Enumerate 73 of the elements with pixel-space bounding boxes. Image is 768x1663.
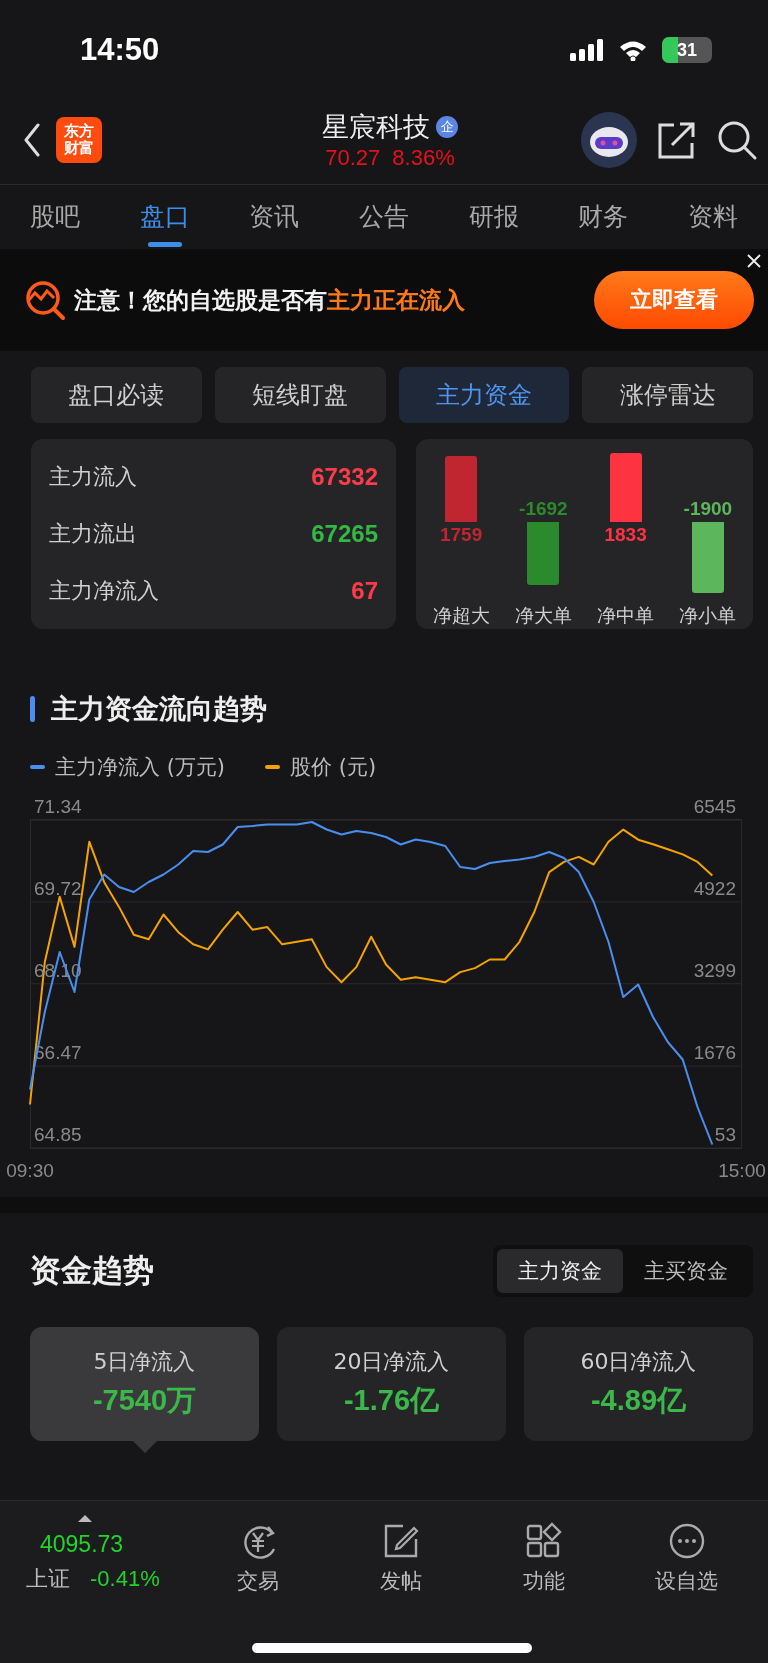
stock-name: 星宸科技 <box>322 110 430 144</box>
search-icon[interactable] <box>716 119 758 161</box>
sub-tab[interactable]: 涨停雷达 <box>582 367 753 423</box>
sub-tab[interactable]: 盘口必读 <box>31 367 202 423</box>
avatar-icon[interactable] <box>580 111 638 169</box>
nav-item[interactable]: 交易 <box>186 1509 329 1595</box>
index-change: -0.41% <box>90 1566 160 1592</box>
axis-tick-label: 09:30 <box>6 1160 54 1181</box>
axis-tick-label: 15:00 <box>718 1160 766 1181</box>
flow-category: 净中单 <box>597 603 655 628</box>
axis-tick-label: 3299 <box>693 960 736 981</box>
flow-value: 67265 <box>311 520 378 548</box>
period-value: -1.76亿 <box>343 1383 440 1418</box>
section-title: 资金趋势 <box>30 1251 154 1290</box>
tab[interactable]: 盘口 <box>131 187 198 247</box>
flow-amount: 1759 <box>440 523 483 547</box>
sub-tab[interactable]: 短线盯盘 <box>214 367 386 423</box>
tab[interactable]: 公告 <box>350 187 417 247</box>
chart-search-icon <box>24 279 66 321</box>
nav-item[interactable]: 发帖 <box>329 1509 472 1595</box>
period-value: -7540万 <box>92 1383 197 1418</box>
flow-amount: -1692 <box>519 497 568 521</box>
signal-icon <box>570 39 604 61</box>
index-value: 4095.73 <box>39 1531 125 1558</box>
flow-label: 主力流入 <box>49 463 137 492</box>
flow-label: 主力流出 <box>49 520 137 548</box>
status-time: 14:50 <box>80 32 160 68</box>
flow-label: 主力净流入 <box>49 576 159 605</box>
period-card[interactable]: 20日净流入 -1.76亿 <box>277 1327 506 1441</box>
legend-label: 股价 (元) <box>290 754 377 781</box>
price-change: 8.36% <box>392 145 455 171</box>
index-ticker[interactable]: 4095.73 上证 -0.41% <box>26 1509 186 1594</box>
period-label: 5日净流入 <box>93 1348 196 1376</box>
tab[interactable]: 资料 <box>679 187 746 247</box>
pointer-icon <box>132 1441 157 1453</box>
axis-tick-label: 1676 <box>693 1042 736 1063</box>
axis-tick-label: 64.85 <box>34 1124 82 1145</box>
section-title: 主力资金流向趋势 <box>51 692 267 726</box>
axis-tick-label: 4922 <box>693 878 736 899</box>
axis-tick-label: 6545 <box>693 796 736 817</box>
axis-tick-label: 69.72 <box>34 877 82 899</box>
flow-amount: -1900 <box>683 497 733 521</box>
stock-price: 70.27 <box>325 145 381 171</box>
period-value: -4.89亿 <box>590 1383 687 1418</box>
flow-category: 净超大 <box>432 603 490 628</box>
flow-category: 净大单 <box>514 603 572 628</box>
tab[interactable]: 资讯 <box>241 187 308 247</box>
caret-icon <box>78 1515 92 1522</box>
back-icon[interactable] <box>22 123 42 157</box>
legend-label: 主力净流入 (万元) <box>55 754 226 781</box>
axis-tick-label: 71.34 <box>34 796 82 817</box>
company-badge: 企 <box>436 116 458 138</box>
flow-value: 67 <box>351 576 378 605</box>
period-card[interactable]: 60日净流入 -4.89亿 <box>524 1327 753 1441</box>
flow-category: 净小单 <box>679 603 737 628</box>
flow-amount: 1833 <box>604 523 647 547</box>
segment-tab[interactable]: 主力资金 <box>497 1249 623 1293</box>
sub-tab[interactable]: 主力资金 <box>398 367 570 423</box>
segment-tab[interactable]: 主买资金 <box>623 1249 749 1293</box>
axis-tick-label: 53 <box>714 1124 736 1145</box>
title-accent <box>30 696 35 722</box>
nav-item[interactable]: 功能 <box>472 1509 615 1595</box>
tab[interactable]: 股吧 <box>22 187 88 247</box>
index-name: 上证 <box>26 1565 70 1593</box>
flow-value: 67332 <box>311 463 378 492</box>
banner-message: 注意！您的自选股是否有主力正在流入 <box>74 285 466 315</box>
tab[interactable]: 研报 <box>460 187 527 247</box>
period-label: 60日净流入 <box>580 1348 697 1376</box>
close-icon[interactable] <box>746 253 762 269</box>
period-label: 20日净流入 <box>333 1348 450 1376</box>
wifi-icon <box>618 39 648 61</box>
nav-item[interactable]: 设自选 <box>615 1509 758 1595</box>
tab[interactable]: 财务 <box>570 187 637 247</box>
